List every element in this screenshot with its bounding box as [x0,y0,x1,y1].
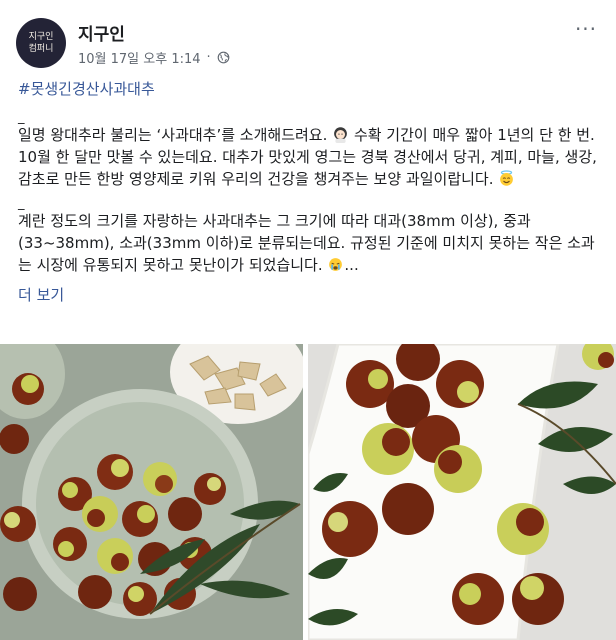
photo-left[interactable] [0,344,303,640]
photo-left-image [0,344,303,640]
paragraph-1: 일명 왕대추라 불리는 ‘사과대추’를 소개해드려요. 수확 기간이 매우 짧아… [18,124,602,190]
globe-icon[interactable] [217,51,230,64]
author-name[interactable]: 지구인 [78,20,125,45]
more-options-icon[interactable]: ··· [572,19,600,42]
avatar[interactable]: 지구인 컴퍼니 [16,18,66,68]
paragraph-2-text: 계란 정도의 크기를 자랑하는 사과대추는 그 크기에 따라 대과(38mm 이… [18,212,595,274]
post-header: 지구인 컴퍼니 지구인 10월 17일 오후 1:14 · ··· [16,14,600,70]
hashtag-link[interactable]: #못생긴경산사과대추 [18,78,602,100]
divider-mark-1: _ [18,110,25,125]
facebook-post: 지구인 컴퍼니 지구인 10월 17일 오후 1:14 · ··· #못생긴경산… [0,0,616,640]
smiling-halo-emoji [500,170,514,186]
see-more-link[interactable]: 더 보기 [18,284,602,306]
dot-separator: · [206,50,211,65]
crying-emoji [329,258,343,271]
photo-right[interactable] [308,344,616,640]
post-body: #못생긴경산사과대추 _ 일명 왕대추라 불리는 ‘사과대추’를 소개해드려요.… [18,78,602,306]
post-timestamp[interactable]: 10월 17일 오후 1:14 [78,48,201,67]
divider-mark-2: _ [18,196,25,211]
photo-grid [0,344,616,640]
woman-emoji [334,127,348,143]
avatar-text-line2: 컴퍼니 [28,44,54,54]
paragraph-1-part-a: 일명 왕대추라 불리는 ‘사과대추’를 소개해드려요. [18,126,328,144]
avatar-text-line1: 지구인 [28,32,54,42]
photo-right-image [308,344,616,640]
post-meta: 10월 17일 오후 1:14 · [78,48,230,67]
ellipsis: ... [344,256,359,274]
paragraph-2: 계란 정도의 크기를 자랑하는 사과대추는 그 크기에 따라 대과(38mm 이… [18,210,602,276]
